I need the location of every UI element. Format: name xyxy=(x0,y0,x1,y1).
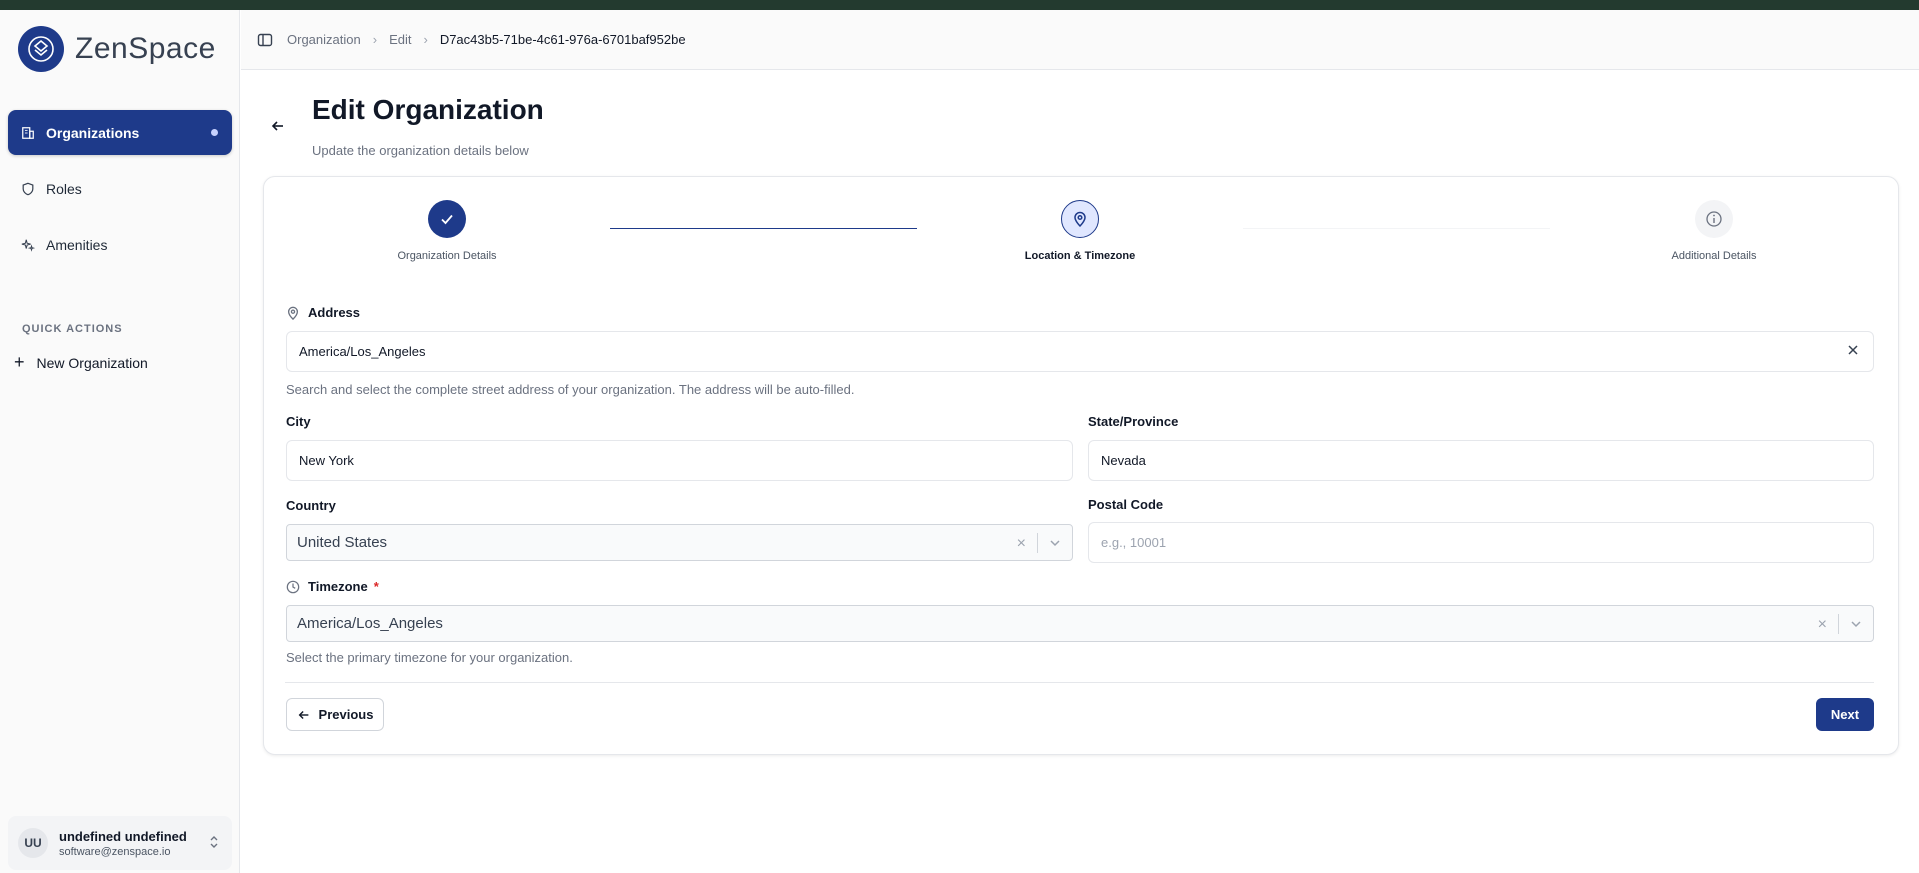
city-input[interactable] xyxy=(299,453,1072,468)
chevron-down-icon[interactable] xyxy=(1849,617,1863,635)
select-divider xyxy=(1838,614,1839,634)
breadcrumb-edit[interactable]: Edit xyxy=(389,32,411,47)
breadcrumb-organization[interactable]: Organization xyxy=(287,32,361,47)
sidebar-item-amenities[interactable]: Amenities xyxy=(8,222,232,267)
page-subtitle: Update the organization details below xyxy=(312,143,529,158)
address-label-text: Address xyxy=(308,305,361,320)
step-connector-completed xyxy=(610,228,917,229)
brand[interactable]: ZenSpace xyxy=(18,26,216,72)
chevrons-up-down-icon xyxy=(208,834,220,855)
quick-actions-title: QUICK ACTIONS xyxy=(22,323,123,335)
step-label: Additional Details xyxy=(1671,250,1757,262)
page-title: Edit Organization xyxy=(312,94,544,125)
sidebar-item-roles[interactable]: Roles xyxy=(8,166,232,211)
timezone-label-text: Timezone xyxy=(308,579,368,594)
chevron-right-icon: › xyxy=(423,32,428,47)
timezone-hint: Select the primary timezone for your org… xyxy=(286,650,573,665)
country-select[interactable]: United States × xyxy=(286,524,1073,561)
arrow-left-icon xyxy=(298,710,308,719)
timezone-select[interactable]: America/Los_Angeles × xyxy=(286,605,1874,642)
city-label: City xyxy=(286,414,311,429)
clear-timezone-icon[interactable]: × xyxy=(1818,616,1827,634)
sidebar-item-label: Roles xyxy=(46,180,82,197)
timezone-value: America/Los_Angeles xyxy=(297,615,443,632)
country-value: United States xyxy=(297,534,388,551)
sidebar-toggle-icon[interactable] xyxy=(257,32,273,48)
city-field[interactable] xyxy=(286,440,1073,481)
step-location-timezone[interactable]: Location & Timezone xyxy=(980,200,1180,262)
avatar: UU xyxy=(18,828,48,858)
breadcrumb-current: D7ac43b5-71be-4c61-976a-6701baf952be xyxy=(439,32,686,47)
step-label: Location & Timezone xyxy=(1024,250,1136,262)
top-accent-bar xyxy=(0,0,1919,10)
user-name: undefined undefined xyxy=(59,828,187,844)
breadcrumb: Organization › Edit › D7ac43b5-71be-4c61… xyxy=(287,32,686,47)
clear-address-icon[interactable] xyxy=(1847,344,1859,359)
postal-code-label: Postal Code xyxy=(1088,497,1164,512)
sidebar-item-label: Organizations xyxy=(46,124,140,141)
user-email: software@zenspace.io xyxy=(59,845,171,858)
next-label: Next xyxy=(1830,707,1860,722)
info-icon xyxy=(1695,200,1733,238)
map-pin-icon xyxy=(1061,200,1099,238)
address-input[interactable] xyxy=(299,344,1873,359)
chevron-down-icon[interactable] xyxy=(1048,536,1062,554)
check-icon xyxy=(428,200,466,238)
previous-button[interactable]: Previous xyxy=(286,698,384,731)
state-field[interactable] xyxy=(1088,440,1874,481)
back-arrow-icon[interactable] xyxy=(270,118,286,139)
active-dot xyxy=(211,129,218,136)
required-asterisk: * xyxy=(373,579,379,594)
map-pin-icon xyxy=(286,306,300,320)
top-header: Organization › Edit › D7ac43b5-71be-4c61… xyxy=(241,10,1919,70)
user-menu[interactable]: UU undefined undefined software@zenspace… xyxy=(8,816,232,870)
sidebar: ZenSpace Organizations Roles Amenities Q… xyxy=(0,10,240,873)
postal-code-input[interactable] xyxy=(1101,535,1873,550)
previous-label: Previous xyxy=(318,707,374,722)
address-label: Address xyxy=(286,305,360,320)
sidebar-item-label: Amenities xyxy=(46,236,108,253)
address-field[interactable] xyxy=(286,331,1874,372)
country-label: Country xyxy=(286,498,336,513)
quick-action-label: New Organization xyxy=(36,354,148,371)
zenspace-logo-icon xyxy=(18,26,64,72)
step-label: Organization Details xyxy=(397,250,497,262)
timezone-label: Timezone * xyxy=(286,579,379,594)
building-icon xyxy=(20,125,36,141)
sidebar-nav: Organizations Roles Amenities xyxy=(8,110,232,278)
step-connector-pending xyxy=(1243,228,1550,229)
select-divider xyxy=(1037,533,1038,553)
step-organization-details[interactable]: Organization Details xyxy=(347,200,547,262)
sidebar-item-organizations[interactable]: Organizations xyxy=(8,110,232,155)
brand-name: ZenSpace xyxy=(75,32,216,65)
clear-country-icon[interactable]: × xyxy=(1017,535,1026,553)
clock-icon xyxy=(286,580,300,594)
address-hint: Search and select the complete street ad… xyxy=(286,382,855,397)
new-organization-link[interactable]: + New Organization xyxy=(14,352,148,373)
postal-code-field[interactable] xyxy=(1088,522,1874,563)
step-additional-details[interactable]: Additional Details xyxy=(1614,200,1814,262)
state-label: State/Province xyxy=(1088,414,1179,429)
chevron-right-icon: › xyxy=(372,32,378,47)
plus-icon: + xyxy=(14,352,25,372)
sparkles-icon xyxy=(20,237,36,253)
form-divider xyxy=(285,682,1874,683)
state-input[interactable] xyxy=(1101,453,1873,468)
next-button[interactable]: Next xyxy=(1816,698,1874,731)
shield-icon xyxy=(20,181,36,197)
